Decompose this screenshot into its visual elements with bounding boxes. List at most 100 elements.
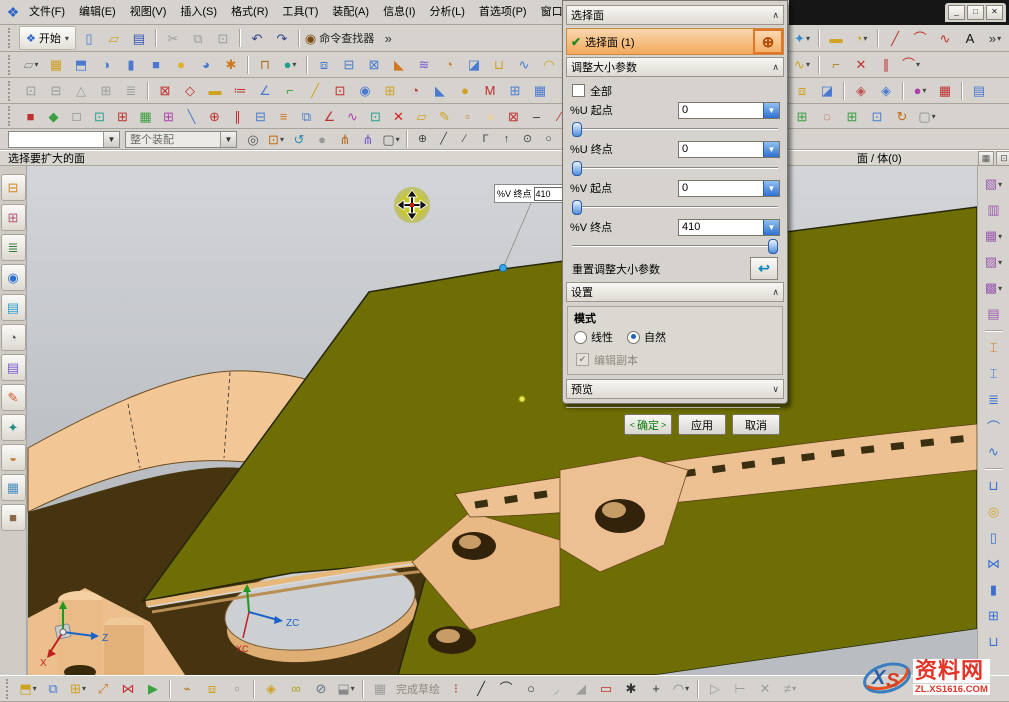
datum-ruler-icon[interactable]: ╱ bbox=[303, 79, 327, 103]
draft-analysis-icon[interactable]: ◈ bbox=[849, 79, 873, 103]
revolve-icon[interactable]: ◑ bbox=[94, 53, 118, 77]
pattern-face-icon[interactable]: ▤ bbox=[980, 302, 1008, 326]
view-operation-icon[interactable]: ✦▾ bbox=[790, 26, 814, 50]
param-slider[interactable] bbox=[572, 121, 778, 136]
clay-icon[interactable]: ● bbox=[453, 79, 477, 103]
mold-base-icon[interactable]: ⊞ bbox=[980, 604, 1008, 628]
menu-item[interactable]: 文件(F) bbox=[22, 1, 72, 24]
drag-handle-dot[interactable] bbox=[500, 265, 507, 272]
resize-section-header[interactable]: 调整大小参数 ∧ bbox=[566, 57, 784, 77]
product-interface-icon[interactable]: ⌐ bbox=[824, 53, 848, 77]
snap-box-icon[interactable]: ⊡ bbox=[88, 104, 111, 128]
sketch-circle-icon[interactable]: ○ bbox=[519, 677, 543, 701]
assembly-navigator-tab[interactable]: ⊟ bbox=[1, 174, 26, 201]
replace-face-icon[interactable]: ▦▾ bbox=[980, 224, 1008, 248]
slider-thumb[interactable] bbox=[572, 200, 582, 215]
resize-face-icon[interactable]: ▨▾ bbox=[980, 250, 1008, 274]
link-icon[interactable]: ∞ bbox=[284, 677, 308, 701]
visualization-tab[interactable]: ✎ bbox=[1, 384, 26, 411]
move-box-icon[interactable]: ⊡ bbox=[364, 104, 387, 128]
red-cube-icon[interactable]: ■ bbox=[19, 104, 42, 128]
sphere-icon[interactable]: ● bbox=[169, 53, 193, 77]
top-selection-icon[interactable]: ⊡▾ bbox=[265, 129, 287, 150]
measure-distance-icon[interactable]: ▬ bbox=[824, 26, 848, 50]
start-button[interactable]: ❖ 开始▾ bbox=[19, 26, 76, 50]
param-input[interactable]: 0 ▼ bbox=[678, 180, 780, 197]
arc-center-icon[interactable]: ⊙ bbox=[517, 129, 538, 150]
move-face-icon[interactable]: ▧▾ bbox=[980, 172, 1008, 196]
control-point-icon[interactable]: Γ bbox=[475, 129, 496, 150]
layers-icon[interactable]: ⊟ bbox=[44, 79, 68, 103]
triangle-icon[interactable]: △ bbox=[69, 79, 93, 103]
measure-box-icon[interactable]: ⊠ bbox=[153, 79, 177, 103]
add-body-icon[interactable]: ⊞▾ bbox=[66, 677, 90, 701]
more-commands-icon[interactable]: »▾ bbox=[983, 26, 1007, 50]
sketch-icon[interactable]: ▦ bbox=[44, 53, 68, 77]
menu-item[interactable]: 格式(R) bbox=[224, 1, 275, 24]
dropdown-caret-icon[interactable]: ▾ bbox=[351, 684, 355, 693]
reset-button[interactable]: ↩ bbox=[750, 257, 778, 280]
save-icon[interactable]: ▤ bbox=[127, 26, 151, 50]
color-grid-icon[interactable]: ▦ bbox=[134, 104, 157, 128]
end-point-icon[interactable]: ╱ bbox=[433, 129, 454, 150]
extrude-icon[interactable]: ⬒ bbox=[69, 53, 93, 77]
cream-ball-icon[interactable]: ● bbox=[479, 104, 502, 128]
select-box-icon[interactable]: ▢▾ bbox=[915, 104, 939, 128]
target-circle-icon[interactable]: ⊕ bbox=[203, 104, 226, 128]
point-icon[interactable]: + bbox=[644, 677, 668, 701]
dropdown-caret-icon[interactable]: ▾ bbox=[932, 112, 936, 121]
menu-item[interactable]: 插入(S) bbox=[173, 1, 224, 24]
dropdown-caret-icon[interactable]: ▾ bbox=[82, 684, 86, 693]
half-box-icon[interactable]: ⊟ bbox=[249, 104, 272, 128]
stripes-icon[interactable]: ≡ bbox=[272, 104, 295, 128]
param-slider[interactable] bbox=[572, 238, 778, 253]
report-grid-icon[interactable]: ⊞ bbox=[378, 79, 402, 103]
chamfer-icon[interactable]: ◢ bbox=[569, 677, 593, 701]
wave-icon[interactable]: ∿ bbox=[341, 104, 364, 128]
dimension-box-icon[interactable]: ⊡ bbox=[865, 104, 889, 128]
folder-icon[interactable]: ▱ bbox=[410, 104, 433, 128]
binoculars-icon[interactable]: ◎ bbox=[242, 129, 264, 150]
ruled-surface-icon[interactable]: ∿▾ bbox=[790, 53, 814, 77]
dropdown-caret-icon[interactable]: ▾ bbox=[33, 684, 37, 693]
menu-item[interactable]: 编辑(E) bbox=[72, 1, 123, 24]
graphics-viewport[interactable]: Z X ZC XC %V 终 bbox=[27, 166, 977, 675]
dropdown-caret-icon[interactable]: ▾ bbox=[280, 135, 284, 144]
dropdown-caret-icon[interactable]: ▾ bbox=[863, 34, 867, 43]
close-button[interactable]: ✕ bbox=[986, 5, 1003, 20]
menu-item[interactable]: 装配(A) bbox=[325, 1, 376, 24]
dropdown-caret-icon[interactable]: ▾ bbox=[922, 86, 926, 95]
boss2-cylinder[interactable] bbox=[104, 625, 144, 675]
patch-icon[interactable]: ◔ bbox=[437, 53, 461, 77]
cut-icon[interactable]: ✂ bbox=[161, 26, 185, 50]
pocket-icon[interactable]: ⊔ bbox=[980, 630, 1008, 654]
point-set-icon[interactable]: ●▾ bbox=[278, 53, 302, 77]
minimize-button[interactable]: _ bbox=[948, 5, 965, 20]
trim-body-icon[interactable]: ◪ bbox=[462, 53, 486, 77]
fillet-icon[interactable]: ◞ bbox=[544, 677, 568, 701]
face-curvature-icon[interactable]: ◈ bbox=[874, 79, 898, 103]
quick-trim-icon[interactable]: ≠▾ bbox=[778, 677, 802, 701]
section-triangle-icon[interactable]: ◣ bbox=[428, 79, 452, 103]
through-curves-icon[interactable]: ◠ bbox=[537, 53, 561, 77]
toolbar-overflow-icon[interactable]: » bbox=[376, 26, 400, 50]
dropdown-caret-icon[interactable]: ▾ bbox=[916, 60, 920, 69]
guide-curve-icon[interactable]: ⌒ bbox=[980, 414, 1008, 438]
rectangle-icon[interactable]: ▭ bbox=[594, 677, 618, 701]
ruler-icon[interactable]: ▬ bbox=[203, 79, 227, 103]
dropdown-caret-icon[interactable]: ▾ bbox=[998, 284, 1002, 293]
thicken-icon[interactable]: ⊔ bbox=[487, 53, 511, 77]
bookmark-icon[interactable]: ▤ bbox=[967, 79, 991, 103]
highlight-loop-icon[interactable]: ↺ bbox=[288, 129, 310, 150]
unlink-icon[interactable]: ⊘ bbox=[309, 677, 333, 701]
toolbar-grip[interactable] bbox=[8, 55, 14, 75]
measure-angle-icon[interactable]: ◔▾ bbox=[849, 26, 873, 50]
selected-face-row[interactable]: ✔ 选择面 (1) ⊕ bbox=[566, 28, 784, 55]
grid-pattern-icon[interactable]: ⊞ bbox=[840, 104, 864, 128]
rect-select-icon[interactable]: ▢▾ bbox=[380, 129, 402, 150]
bend-icon[interactable]: ◣ bbox=[387, 53, 411, 77]
dropdown-caret-icon[interactable]: ▾ bbox=[792, 684, 796, 693]
workbench-tab[interactable]: ■ bbox=[1, 504, 26, 531]
delete-face-icon[interactable]: ▥ bbox=[980, 198, 1008, 222]
circle-array-icon[interactable]: ◌ bbox=[815, 104, 839, 128]
